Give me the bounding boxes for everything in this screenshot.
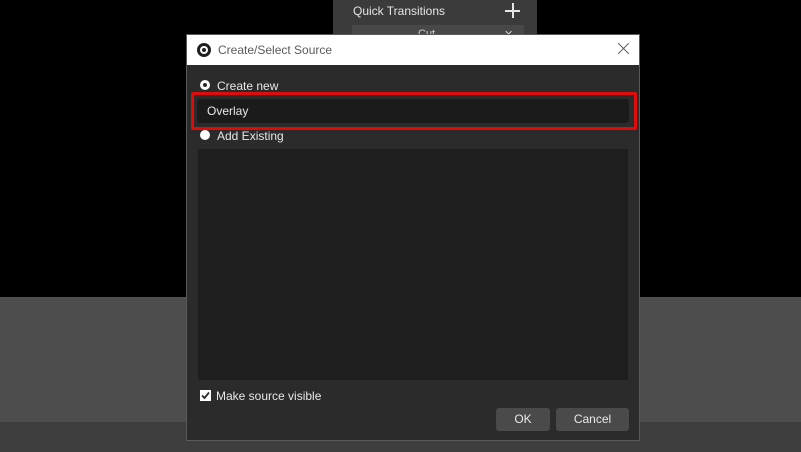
quick-transitions-label: Quick Transitions — [353, 4, 446, 18]
close-icon[interactable] — [615, 40, 633, 58]
create-new-radio[interactable] — [200, 80, 210, 90]
dialog-titlebar[interactable]: Create/Select Source — [187, 35, 639, 65]
ok-button[interactable]: OK — [496, 408, 550, 431]
add-transition-icon[interactable] — [504, 2, 522, 20]
make-visible-label[interactable]: Make source visible — [216, 389, 321, 403]
add-existing-radio[interactable] — [200, 130, 210, 140]
cancel-button[interactable]: Cancel — [556, 408, 629, 431]
obs-logo-icon — [197, 43, 211, 57]
checkmark-icon — [201, 391, 210, 400]
existing-sources-list[interactable] — [198, 149, 628, 380]
dialog-title: Create/Select Source — [218, 43, 333, 57]
make-visible-checkbox[interactable] — [200, 390, 211, 401]
create-select-source-dialog: Create/Select Source Create new Overlay … — [186, 34, 640, 441]
highlight-box — [191, 92, 637, 130]
add-existing-label[interactable]: Add Existing — [217, 129, 284, 143]
create-new-label[interactable]: Create new — [217, 79, 278, 93]
